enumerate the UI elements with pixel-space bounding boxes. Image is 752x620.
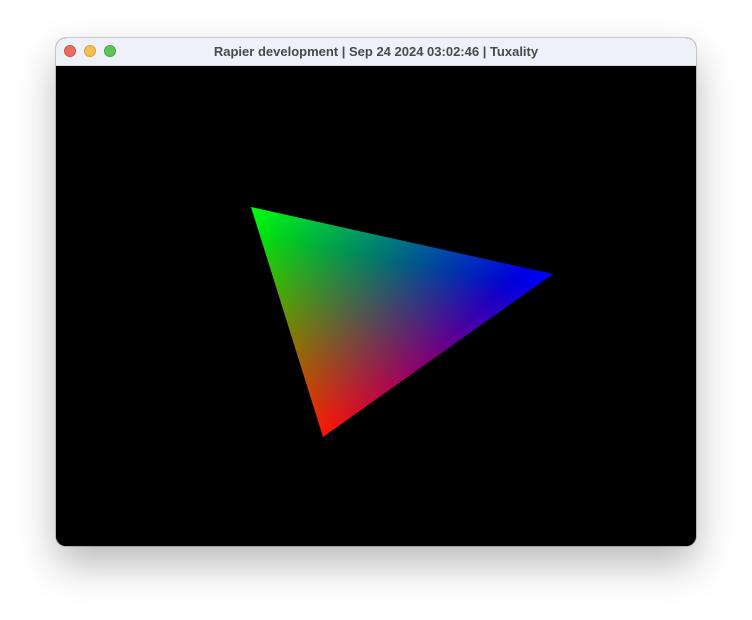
render-viewport[interactable] <box>56 66 696 546</box>
title-bar[interactable]: Rapier development | Sep 24 2024 03:02:4… <box>56 38 696 66</box>
rgb-triangle <box>251 207 553 437</box>
scene-canvas <box>251 207 553 437</box>
window-title: Rapier development | Sep 24 2024 03:02:4… <box>213 44 539 59</box>
app-window: Rapier development | Sep 24 2024 03:02:4… <box>56 38 696 546</box>
